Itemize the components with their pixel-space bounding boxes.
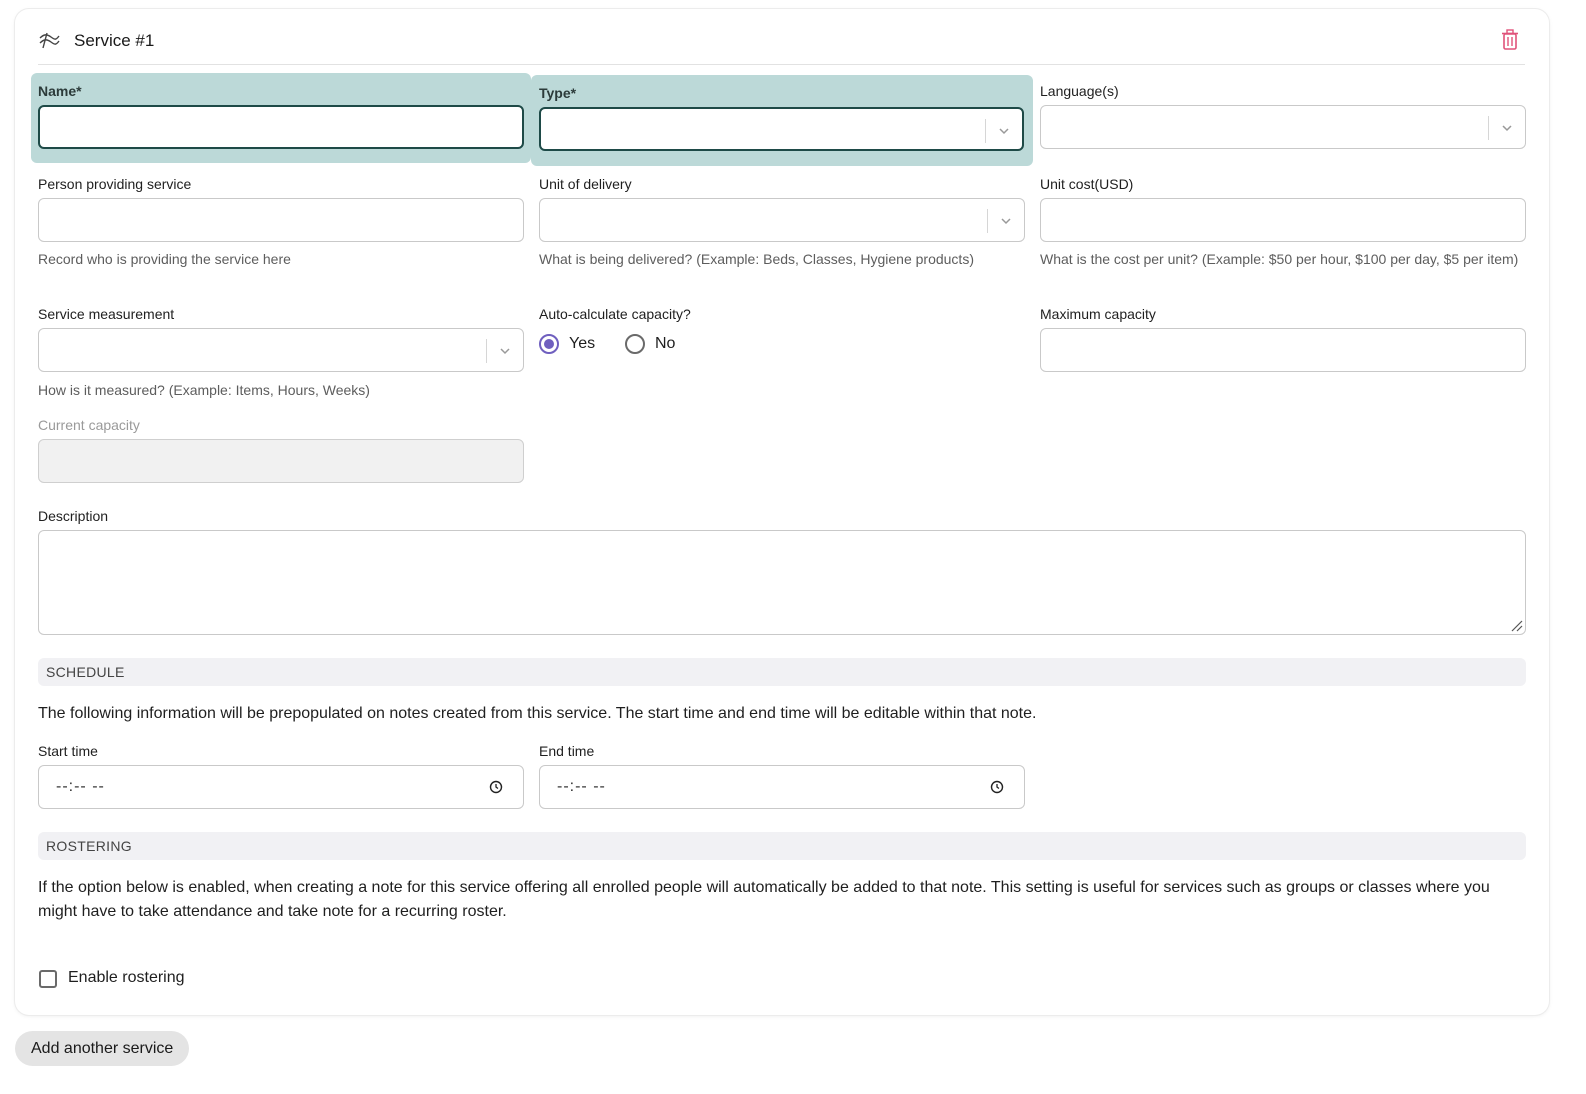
clock-icon[interactable]	[489, 780, 503, 794]
auto-calc-label: Auto-calculate capacity?	[539, 306, 691, 322]
start-time-input[interactable]: --:-- --	[38, 765, 524, 809]
end-time-value: --:-- --	[557, 778, 606, 795]
unit-delivery-label: Unit of delivery	[539, 176, 632, 192]
schedule-heading: SCHEDULE	[46, 664, 125, 680]
start-time-label: Start time	[38, 743, 98, 759]
radio-no-label: No	[655, 335, 676, 352]
name-label: Name*	[38, 83, 82, 99]
radio-yes-label: Yes	[569, 335, 596, 352]
radio-no[interactable]	[625, 334, 645, 354]
schedule-description: The following information will be prepop…	[38, 705, 1037, 722]
type-select[interactable]	[539, 107, 1024, 151]
start-time-value: --:-- --	[56, 778, 105, 795]
enable-rostering-label[interactable]: Enable rostering	[68, 969, 185, 987]
select-separator	[987, 209, 988, 233]
description-label: Description	[38, 508, 109, 524]
unit-delivery-help: What is being delivered? (Example: Beds,…	[539, 251, 974, 267]
service-card: Service #1 Name* Type* Language(s) Perso…	[15, 9, 1549, 1015]
unit-cost-label: Unit cost(USD)	[1040, 176, 1134, 192]
enable-rostering-checkbox[interactable]	[39, 970, 57, 988]
select-separator	[486, 339, 487, 363]
rostering-heading: ROSTERING	[46, 838, 132, 854]
end-time-label: End time	[539, 743, 595, 759]
chevron-down-icon[interactable]	[1500, 121, 1514, 135]
max-capacity-label: Maximum capacity	[1040, 306, 1156, 322]
resize-grip-icon[interactable]	[1509, 618, 1523, 632]
measurement-select[interactable]	[38, 328, 524, 372]
measurement-label: Service measurement	[38, 306, 175, 322]
name-input[interactable]	[38, 105, 524, 149]
chevron-down-icon[interactable]	[498, 344, 512, 358]
type-label: Type*	[539, 85, 577, 101]
unit-delivery-select[interactable]	[539, 198, 1025, 242]
service-header: Service #1	[38, 9, 1525, 65]
drag-handle-icon[interactable]	[38, 31, 60, 49]
rostering-section-bar: ROSTERING	[38, 832, 1526, 860]
rostering-description: If the option below is enabled, when cre…	[38, 879, 1490, 920]
auto-calc-no[interactable]: No	[625, 334, 675, 354]
unit-cost-input[interactable]	[1040, 198, 1526, 242]
max-capacity-input[interactable]	[1040, 328, 1526, 372]
service-title: Service #1	[74, 31, 155, 50]
add-another-service-button[interactable]: Add another service	[15, 1031, 190, 1066]
schedule-section-bar: SCHEDULE	[38, 658, 1526, 686]
select-separator	[985, 119, 986, 143]
current-capacity-input	[38, 439, 524, 483]
end-time-input[interactable]: --:-- --	[539, 765, 1025, 809]
languages-select[interactable]	[1040, 105, 1526, 149]
current-capacity-label: Current capacity	[38, 417, 140, 433]
measurement-help: How is it measured? (Example: Items, Hou…	[38, 382, 370, 398]
radio-yes[interactable]	[539, 334, 559, 354]
trash-icon[interactable]	[1501, 29, 1519, 51]
chevron-down-icon[interactable]	[999, 214, 1013, 228]
select-separator	[1488, 116, 1489, 140]
chevron-down-icon[interactable]	[997, 124, 1011, 138]
person-input[interactable]	[38, 198, 524, 242]
clock-icon[interactable]	[990, 780, 1004, 794]
person-label: Person providing service	[38, 176, 192, 192]
unit-cost-help: What is the cost per unit? (Example: $50…	[1040, 251, 1519, 267]
auto-calc-yes[interactable]: Yes	[539, 334, 595, 354]
person-help: Record who is providing the service here	[38, 251, 291, 267]
languages-label: Language(s)	[1040, 83, 1119, 99]
description-textarea[interactable]	[38, 530, 1526, 635]
